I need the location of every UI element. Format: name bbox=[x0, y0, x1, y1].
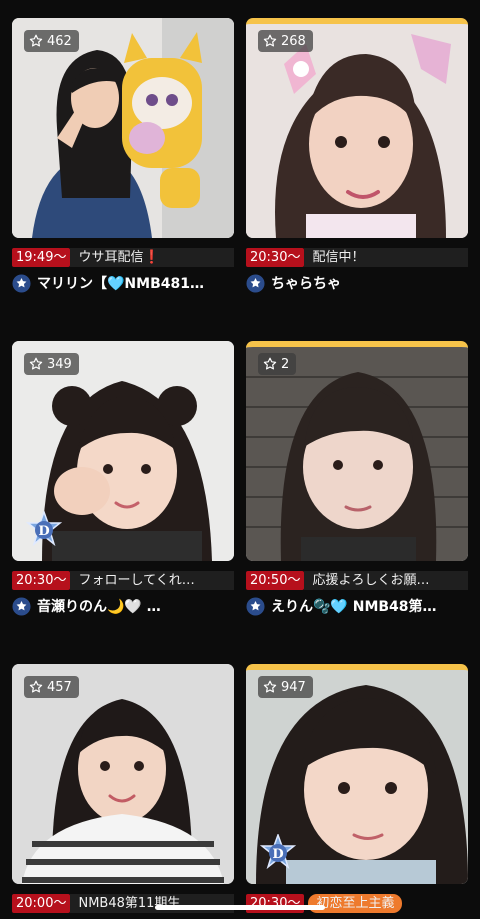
star-outline-icon bbox=[29, 680, 43, 693]
stream-caption: 応援よろしくお願… bbox=[304, 570, 468, 590]
star-outline-icon bbox=[263, 680, 277, 693]
blue-star-badge-icon bbox=[12, 596, 31, 616]
streamer-name: マリリン【🩵NMB481… bbox=[37, 276, 204, 292]
stream-card[interactable]: 462 19:49〜 ウサ耳配信❗ マリリン【🩵NMB481… bbox=[12, 18, 234, 293]
stream-meta: 19:49〜 ウサ耳配信❗ bbox=[12, 247, 234, 267]
live-stream-grid: 462 19:49〜 ウサ耳配信❗ マリリン【🩵NMB481… 268 20:3… bbox=[0, 0, 480, 919]
viewer-count: 462 bbox=[47, 33, 72, 49]
viewer-count-badge: 947 bbox=[258, 676, 313, 698]
streamer-name: ちゃらちゃ bbox=[271, 276, 341, 292]
viewer-count-badge: 462 bbox=[24, 30, 79, 52]
stream-thumbnail[interactable]: 947 D bbox=[246, 664, 468, 884]
stream-thumbnail[interactable]: 2 bbox=[246, 341, 468, 561]
streamer-name: 音瀬りのん🌙🤍 … bbox=[37, 599, 161, 615]
stream-card[interactable]: 349 D 20:30〜 フォローしてくれ… 音瀬りのん🌙🤍 … bbox=[12, 341, 234, 616]
viewer-count: 2 bbox=[281, 356, 290, 372]
streamer-row[interactable]: 音瀬りのん🌙🤍 … bbox=[12, 595, 234, 617]
viewer-count: 349 bbox=[47, 356, 72, 372]
stream-thumbnail[interactable]: 457 bbox=[12, 664, 234, 884]
start-time-badge: 20:50〜 bbox=[246, 570, 305, 590]
stream-meta: 20:30〜 フォローしてくれ… bbox=[12, 570, 234, 590]
photo-girl-with-bow bbox=[246, 24, 468, 238]
stream-thumbnail[interactable]: 462 bbox=[12, 18, 234, 238]
stream-card[interactable]: 2 20:50〜 応援よろしくお願… えりん🫧🩵 NMB48第… bbox=[246, 341, 468, 616]
streamer-row[interactable]: マリリン【🩵NMB481… bbox=[12, 272, 234, 294]
start-time-badge: 20:00〜 bbox=[12, 893, 71, 913]
star-outline-icon bbox=[29, 34, 43, 47]
viewer-count-badge: 349 bbox=[24, 353, 79, 375]
blue-star-badge-icon bbox=[246, 596, 265, 616]
stream-thumbnail[interactable]: 349 D bbox=[12, 341, 234, 561]
viewer-count-badge: 2 bbox=[258, 353, 297, 375]
stream-card[interactable]: 268 20:30〜 配信中！ ちゃらちゃ bbox=[246, 18, 468, 293]
blue-star-badge-icon bbox=[12, 273, 31, 293]
svg-text:D: D bbox=[272, 847, 283, 862]
photo-girl-brick-wall bbox=[246, 347, 468, 561]
stream-caption: ウサ耳配信❗ bbox=[70, 247, 234, 267]
stream-meta: 20:30〜 配信中！ bbox=[246, 247, 468, 267]
stream-meta: 20:30〜 初恋至上主義 bbox=[246, 893, 468, 913]
viewer-count-badge: 457 bbox=[24, 676, 79, 698]
start-time-badge: 19:49〜 bbox=[12, 247, 71, 267]
svg-text:D: D bbox=[38, 524, 49, 539]
blue-star-badge-icon bbox=[246, 273, 265, 293]
star-outline-icon bbox=[263, 357, 277, 370]
stream-thumbnail[interactable]: 268 bbox=[246, 18, 468, 238]
viewer-count-badge: 268 bbox=[258, 30, 313, 52]
stream-meta: 20:50〜 応援よろしくお願… bbox=[246, 570, 468, 590]
home-indicator[interactable] bbox=[155, 905, 325, 910]
star-outline-icon bbox=[263, 34, 277, 47]
viewer-count: 947 bbox=[281, 679, 306, 695]
stream-caption: フォローしてくれ… bbox=[70, 570, 234, 590]
d-rank-badge-icon: D bbox=[260, 834, 296, 870]
star-outline-icon bbox=[29, 357, 43, 370]
streamer-row[interactable]: ちゃらちゃ bbox=[246, 272, 468, 294]
start-time-badge: 20:30〜 bbox=[12, 570, 71, 590]
d-rank-badge-icon: D bbox=[26, 511, 62, 547]
stream-card[interactable]: 947 D 20:30〜 初恋至上主義 bbox=[246, 664, 468, 913]
stream-card[interactable]: 457 20:00〜 NMB48第11期生 bbox=[12, 664, 234, 913]
stream-meta: 20:00〜 NMB48第11期生 bbox=[12, 893, 234, 913]
streamer-name: えりん🫧🩵 NMB48第… bbox=[271, 599, 437, 615]
streamer-row[interactable]: えりん🫧🩵 NMB48第… bbox=[246, 595, 468, 617]
stream-caption: 配信中！ bbox=[304, 247, 468, 267]
start-time-badge: 20:30〜 bbox=[246, 247, 305, 267]
viewer-count: 457 bbox=[47, 679, 72, 695]
viewer-count: 268 bbox=[281, 33, 306, 49]
